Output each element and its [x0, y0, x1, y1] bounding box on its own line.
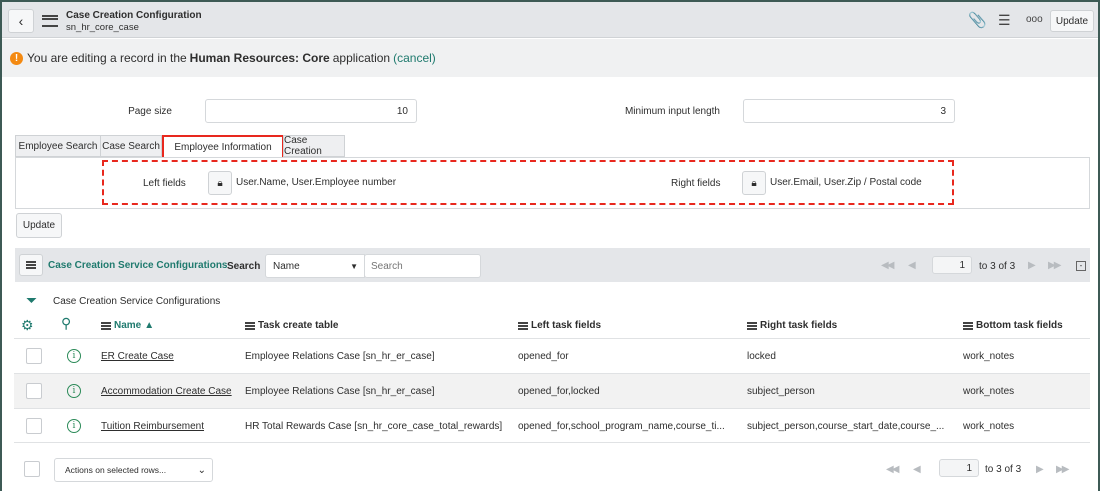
tab-case-search[interactable]: Case Search [100, 135, 162, 157]
cell: opened_for,school_program_name,course_ti… [518, 421, 725, 432]
search-label: Search [227, 261, 261, 272]
cell: work_notes [963, 351, 1015, 362]
row-name-link[interactable]: Accommodation Create Case [101, 386, 232, 397]
gear-icon[interactable]: ⚙ [21, 317, 34, 334]
page-size-label: Page size [128, 106, 172, 117]
table-row: i Tuition Reimbursement HR Total Rewards… [14, 408, 1090, 443]
paperclip-icon[interactable]: 📎 [968, 11, 987, 29]
settings-sliders-icon[interactable]: ☰ [998, 12, 1011, 29]
search-icon[interactable]: ⚲ [61, 315, 71, 332]
list-header-bar: Case Creation Service Configurations Sea… [15, 248, 1090, 282]
next-page-icon[interactable]: ▶ [1036, 464, 1044, 475]
banner-suffix: application [332, 51, 391, 65]
list-title[interactable]: Case Creation Service Configurations [48, 260, 228, 271]
sort-asc-icon: ▲ [144, 320, 155, 331]
row-checkbox[interactable] [26, 383, 42, 399]
filter-breadcrumb[interactable]: Case Creation Service Configurations [53, 296, 220, 307]
column-label: Name [114, 320, 142, 331]
column-label: Left task fields [531, 320, 602, 331]
last-page-icon[interactable]: ▶▶ [1048, 260, 1061, 271]
select-all-checkbox[interactable] [24, 461, 40, 477]
list-menu-button[interactable] [19, 254, 43, 276]
column-label: Right task fields [760, 320, 838, 331]
banner-text: You are editing a record in the [27, 51, 187, 65]
cell: subject_person,course_start_date,course_… [747, 421, 945, 432]
lock-icon[interactable]: 🔒︎ [208, 171, 232, 195]
first-page-icon[interactable]: ◀◀ [886, 464, 899, 475]
page-range-bottom: to 3 of 3 [985, 464, 1022, 475]
more-options-icon[interactable]: ooo [1026, 14, 1043, 25]
page-input-bottom[interactable]: 1 [939, 459, 979, 477]
right-fields-label: Right fields [671, 178, 721, 189]
column-header-right-task-fields[interactable]: Right task fields [747, 320, 837, 331]
page-title: Case Creation Configuration [66, 10, 202, 21]
cell: work_notes [963, 421, 1015, 432]
cell: work_notes [963, 386, 1015, 397]
window: ‹ Case Creation Configuration sn_hr_core… [2, 2, 1098, 491]
table-row: i Accommodation Create Case Employee Rel… [14, 373, 1090, 408]
left-fields-value: User.Name, User.Employee number [236, 177, 397, 188]
cell: opened_for,locked [518, 386, 600, 397]
page-range: to 3 of 3 [979, 261, 1016, 272]
cancel-link[interactable]: (cancel) [393, 51, 436, 65]
right-fields-value: User.Email, User.Zip / Postal code [770, 177, 922, 188]
tab-employee-information[interactable]: Employee Information [162, 135, 284, 157]
column-header-left-task-fields[interactable]: Left task fields [518, 320, 601, 331]
last-page-icon[interactable]: ▶▶ [1056, 464, 1069, 475]
page-size-input[interactable]: 10 [205, 99, 417, 123]
row-name-link[interactable]: Tuition Reimbursement [101, 421, 204, 432]
banner-app: Human Resources: Core [189, 51, 330, 65]
table-name: sn_hr_core_case [66, 22, 139, 33]
update-button-header[interactable]: Update [1050, 10, 1094, 32]
cell: opened_for [518, 351, 569, 362]
left-fields-label: Left fields [143, 178, 186, 189]
lock-icon[interactable]: 🔒︎ [742, 171, 766, 195]
info-icon[interactable]: i [67, 419, 81, 433]
warning-icon: ! [10, 51, 23, 65]
table-row: i ER Create Case Employee Relations Case… [14, 338, 1090, 373]
update-button[interactable]: Update [16, 213, 62, 238]
menu-icon[interactable] [42, 15, 58, 30]
tab-employee-search[interactable]: Employee Search [15, 135, 101, 157]
collapse-icon[interactable]: - [1076, 261, 1086, 271]
cell: locked [747, 351, 776, 362]
min-input-label: Minimum input length [624, 106, 720, 117]
edit-banner: ! You are editing a record in the Human … [2, 39, 1098, 77]
next-page-icon[interactable]: ▶ [1028, 260, 1036, 271]
row-checkbox[interactable] [26, 348, 42, 364]
cell: Employee Relations Case [sn_hr_er_case] [245, 351, 435, 362]
column-header-name[interactable]: Name ▲ [101, 320, 154, 331]
cell: Employee Relations Case [sn_hr_er_case] [245, 386, 435, 397]
prev-page-icon[interactable]: ◀ [913, 464, 921, 475]
row-name-link[interactable]: ER Create Case [101, 351, 174, 362]
search-field-value: Name [273, 260, 300, 272]
info-icon[interactable]: i [67, 349, 81, 363]
cell: subject_person [747, 386, 815, 397]
tab-case-creation[interactable]: Case Creation [283, 135, 345, 157]
back-button[interactable]: ‹ [8, 9, 34, 33]
info-icon[interactable]: i [67, 384, 81, 398]
actions-label: Actions on selected rows... [65, 465, 167, 475]
search-field-select[interactable]: Name ▼ [265, 254, 365, 278]
page-input[interactable]: 1 [932, 256, 972, 274]
filter-icon[interactable]: ⏷ [26, 292, 37, 309]
header: ‹ Case Creation Configuration sn_hr_core… [2, 2, 1098, 38]
column-label: Bottom task fields [976, 320, 1063, 331]
min-input-length-input[interactable]: 3 [743, 99, 955, 123]
column-header-task-create-table[interactable]: Task create table [245, 320, 338, 331]
row-checkbox[interactable] [26, 418, 42, 434]
search-input[interactable] [364, 254, 481, 278]
prev-page-icon[interactable]: ◀ [908, 260, 916, 271]
actions-select[interactable]: Actions on selected rows... ⌄ [54, 458, 213, 482]
cell: HR Total Rewards Case [sn_hr_core_case_t… [245, 421, 503, 432]
column-header-bottom-task-fields[interactable]: Bottom task fields [963, 320, 1063, 331]
column-label: Task create table [258, 320, 339, 331]
first-page-icon[interactable]: ◀◀ [881, 260, 894, 271]
